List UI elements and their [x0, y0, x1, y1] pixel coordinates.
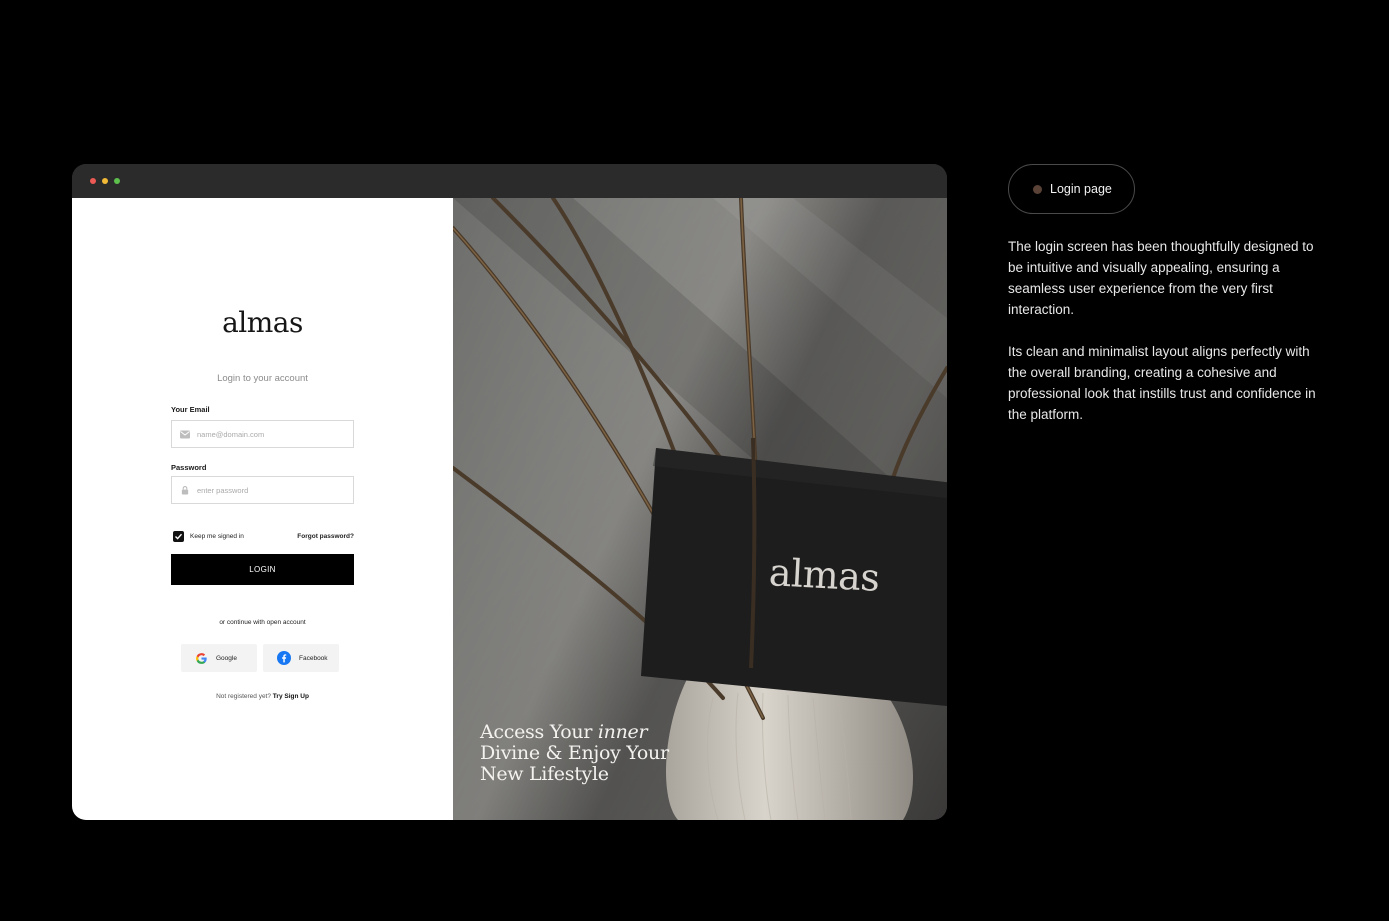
forgot-password-link[interactable]: Forgot password?	[297, 533, 354, 540]
keep-signed-in-checkbox[interactable]	[173, 531, 184, 542]
badge-dot	[1033, 184, 1042, 194]
google-login-button[interactable]: Google	[181, 644, 257, 672]
facebook-label: Facebook	[299, 654, 328, 662]
hero-image-panel: almas Access Your inner Divine & Enjoy Y…	[453, 198, 947, 820]
mail-icon	[180, 430, 190, 439]
password-label: Password	[171, 463, 207, 472]
facebook-login-button[interactable]: Facebook	[263, 644, 339, 672]
checkmark-icon	[175, 533, 183, 540]
keep-signed-in-label[interactable]: Keep me signed in	[190, 533, 244, 540]
tagline-italic: inner	[597, 721, 648, 743]
facebook-icon	[277, 651, 291, 665]
badge-label: Login page	[1050, 182, 1112, 196]
tagline-line3: New Lifestyle	[480, 763, 609, 785]
login-subtitle: Login to your account	[217, 373, 308, 384]
card-brand-logo: almas	[767, 550, 881, 600]
password-field[interactable]	[171, 476, 354, 504]
description-paragraph-2: Its clean and minimalist layout aligns p…	[1008, 344, 1316, 422]
window-titlebar	[72, 164, 947, 198]
page-badge: Login page	[1008, 164, 1135, 214]
brand-logo: almas	[222, 306, 303, 339]
email-label: Your Email	[171, 405, 210, 414]
maximize-window-dot[interactable]	[114, 178, 120, 184]
minimize-window-dot[interactable]	[102, 178, 108, 184]
tagline-line2: Divine & Enjoy Your	[480, 742, 669, 764]
signup-prompt: Not registered yet? Try Sign Up	[72, 693, 453, 700]
google-label: Google	[216, 654, 237, 662]
google-icon	[196, 652, 207, 664]
tagline-part1: Access Your	[480, 721, 598, 743]
login-button[interactable]: LOGIN	[171, 554, 354, 585]
password-input[interactable]	[197, 483, 347, 498]
email-field[interactable]	[171, 420, 354, 448]
description-paragraph-1: The login screen has been thoughtfully d…	[1008, 239, 1314, 317]
login-panel: almas Login to your account Your Email P…	[72, 198, 453, 820]
close-window-dot[interactable]	[90, 178, 96, 184]
lock-icon	[181, 486, 189, 495]
browser-window: almas Login to your account Your Email P…	[72, 164, 947, 820]
email-input[interactable]	[197, 427, 347, 442]
not-registered-text: Not registered yet?	[216, 693, 271, 700]
hero-tagline: Access Your inner Divine & Enjoy Your Ne…	[480, 722, 669, 785]
sign-up-link[interactable]: Try Sign Up	[273, 693, 309, 700]
or-continue-text: or continue with open account	[219, 619, 306, 626]
